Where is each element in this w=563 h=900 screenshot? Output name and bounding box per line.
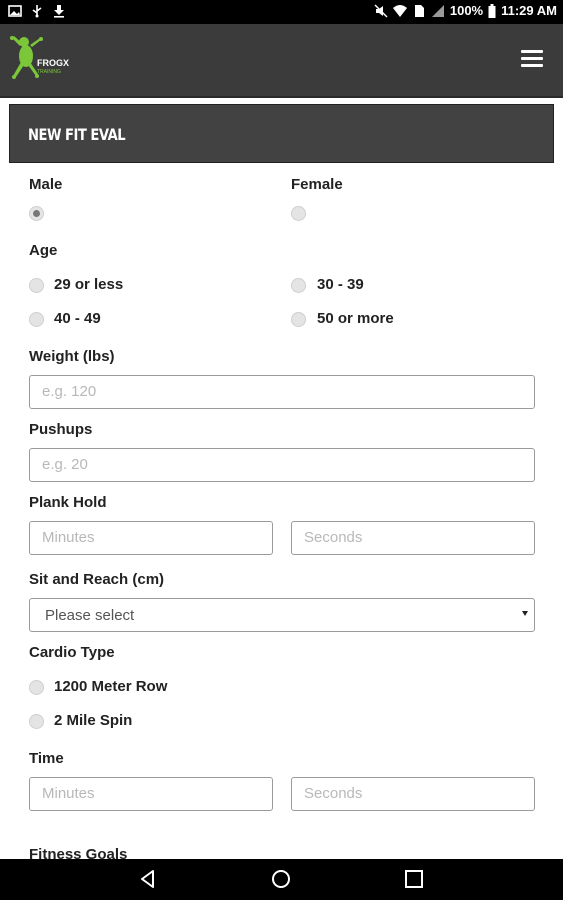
age-radio-29-or-less[interactable]	[29, 278, 44, 293]
frogx-logo[interactable]: FROGX TRAINING	[10, 32, 72, 88]
sit-and-reach-select[interactable]: Please select	[29, 598, 535, 632]
app-header: FROGX TRAINING	[0, 24, 563, 98]
time-seconds-input[interactable]: Seconds	[291, 777, 535, 811]
image-notification-icon	[8, 5, 22, 17]
status-right-icons: 100% 11:29 AM	[374, 3, 557, 18]
age-option-40-49[interactable]: 40 - 49	[54, 310, 101, 327]
sit-and-reach-selected: Please select	[45, 607, 135, 624]
age-radio-50-or-more[interactable]	[291, 312, 306, 327]
back-icon[interactable]	[138, 869, 158, 889]
weight-label: Weight (lbs)	[29, 348, 115, 365]
pushups-label: Pushups	[29, 421, 93, 438]
wifi-icon	[392, 4, 407, 17]
cardio-radio-1200-meter-row[interactable]	[29, 680, 44, 695]
time-minutes-input[interactable]: Minutes	[29, 777, 273, 811]
recent-apps-icon[interactable]	[404, 869, 424, 889]
age-radio-30-39[interactable]	[291, 278, 306, 293]
sit-and-reach-label: Sit and Reach (cm)	[29, 571, 165, 588]
age-option-30-39[interactable]: 30 - 39	[317, 276, 364, 293]
mute-icon	[374, 4, 388, 17]
cardio-option-1200-meter-row[interactable]: 1200 Meter Row	[54, 678, 167, 695]
chevron-down-icon	[522, 611, 528, 616]
plank-hold-label: Plank Hold	[29, 494, 107, 511]
pushups-input[interactable]: e.g. 20	[29, 448, 535, 482]
status-left-icons	[8, 4, 66, 18]
weight-input[interactable]: e.g. 120	[29, 375, 535, 409]
plank-minutes-input[interactable]: Minutes	[29, 521, 273, 555]
cardio-type-label: Cardio Type	[29, 644, 115, 661]
plank-seconds-input[interactable]: Seconds	[291, 521, 535, 555]
download-icon	[54, 5, 64, 18]
signal-icon	[431, 4, 444, 17]
logo-text: FROGX	[37, 58, 69, 68]
female-radio[interactable]	[291, 206, 306, 221]
cardio-option-2-mile-spin[interactable]: 2 Mile Spin	[54, 712, 132, 729]
time-label: Time	[29, 750, 64, 767]
age-option-29-or-less[interactable]: 29 or less	[54, 276, 123, 293]
male-radio[interactable]	[29, 206, 44, 221]
male-label: Male	[29, 176, 63, 193]
hamburger-menu-icon[interactable]	[521, 50, 543, 68]
usb-icon	[32, 5, 42, 18]
age-option-50-or-more[interactable]: 50 or more	[317, 310, 394, 327]
battery-icon	[488, 3, 496, 18]
home-icon[interactable]	[271, 869, 291, 889]
age-label: Age	[29, 242, 58, 259]
system-navigation-bar	[0, 859, 563, 900]
form-card-header: NEW FIT EVAL	[9, 104, 554, 163]
status-bar: 100% 11:29 AM	[0, 0, 563, 24]
sim-card-icon	[414, 4, 424, 17]
clock: 11:29 AM	[501, 3, 557, 18]
age-radio-40-49[interactable]	[29, 312, 44, 327]
form-title: NEW FIT EVAL	[28, 125, 126, 144]
female-label: Female	[291, 176, 343, 193]
cardio-radio-2-mile-spin[interactable]	[29, 714, 44, 729]
battery-percentage: 100%	[449, 3, 484, 18]
logo-subtext: TRAINING	[37, 69, 61, 75]
